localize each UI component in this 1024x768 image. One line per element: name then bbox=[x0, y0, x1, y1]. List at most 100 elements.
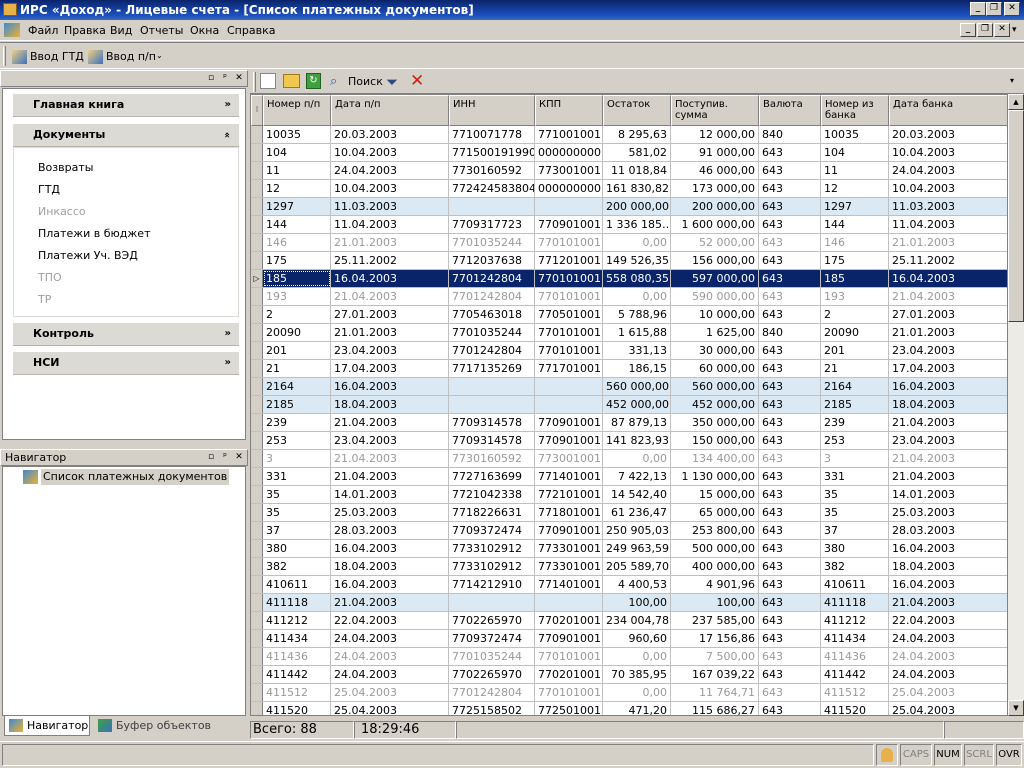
cell-date[interactable]: 21.01.2003 bbox=[331, 324, 449, 341]
toolbar-grip[interactable] bbox=[3, 46, 6, 66]
cell-balance[interactable]: 70 385,95 bbox=[603, 666, 671, 683]
row-indicator[interactable] bbox=[251, 126, 263, 143]
table-row[interactable]: 35 25.03.2003 7718226631 771801001 61 236,47… bbox=[251, 504, 1007, 522]
cell-received[interactable]: 173 000,00 bbox=[671, 180, 759, 197]
cell-received[interactable]: 156 000,00 bbox=[671, 252, 759, 269]
cell-number[interactable]: 144 bbox=[263, 216, 331, 233]
cell-date[interactable]: 24.04.2003 bbox=[331, 648, 449, 665]
cell-received[interactable]: 452 000,00 bbox=[671, 396, 759, 413]
cell-date[interactable]: 24.04.2003 bbox=[331, 162, 449, 179]
cell-number[interactable]: 411436 bbox=[263, 648, 331, 665]
cell-received[interactable]: 560 000,00 bbox=[671, 378, 759, 395]
cell-date[interactable]: 21.01.2003 bbox=[331, 234, 449, 251]
toolbar-grip[interactable] bbox=[253, 72, 256, 92]
cell-bank-number[interactable]: 411436 bbox=[821, 648, 889, 665]
row-indicator[interactable] bbox=[251, 432, 263, 449]
cell-bank-number[interactable]: 146 bbox=[821, 234, 889, 251]
cell-currency[interactable]: 643 bbox=[759, 450, 821, 467]
cell-kpp[interactable]: 770901001 bbox=[535, 216, 603, 233]
table-row[interactable]: 2164 16.04.2003 560 000,00 560 000,00 643 216… bbox=[251, 378, 1007, 396]
cell-bank-date[interactable]: 10.04.2003 bbox=[889, 180, 1007, 197]
cell-balance[interactable]: 5 788,96 bbox=[603, 306, 671, 323]
cell-date[interactable]: 22.04.2003 bbox=[331, 612, 449, 629]
cell-received[interactable]: 60 000,00 bbox=[671, 360, 759, 377]
row-indicator[interactable] bbox=[251, 630, 263, 647]
cell-balance[interactable]: 11 018,84 bbox=[603, 162, 671, 179]
cell-number[interactable]: 331 bbox=[263, 468, 331, 485]
cell-balance[interactable]: 0,00 bbox=[603, 684, 671, 701]
cell-bank-date[interactable]: 18.04.2003 bbox=[889, 558, 1007, 575]
col-header-number[interactable]: Номер п/п bbox=[263, 95, 331, 126]
cell-received[interactable]: 500 000,00 bbox=[671, 540, 759, 557]
row-indicator[interactable] bbox=[251, 486, 263, 503]
cell-bank-number[interactable]: 11 bbox=[821, 162, 889, 179]
cell-date[interactable]: 16.04.2003 bbox=[331, 378, 449, 395]
menu-reports[interactable]: Отчеты bbox=[140, 23, 183, 38]
cell-received[interactable]: 15 000,00 bbox=[671, 486, 759, 503]
cell-inn[interactable]: 7701035244 bbox=[449, 648, 535, 665]
row-indicator[interactable] bbox=[251, 648, 263, 665]
cell-received[interactable]: 590 000,00 bbox=[671, 288, 759, 305]
row-indicator[interactable] bbox=[251, 378, 263, 395]
cell-date[interactable]: 18.04.2003 bbox=[331, 396, 449, 413]
cell-balance[interactable]: 14 542,40 bbox=[603, 486, 671, 503]
cell-balance[interactable]: 1 336 185… bbox=[603, 216, 671, 233]
cell-date[interactable]: 11.03.2003 bbox=[331, 198, 449, 215]
cell-bank-date[interactable]: 25.04.2003 bbox=[889, 684, 1007, 701]
cell-balance[interactable]: 141 823,93 bbox=[603, 432, 671, 449]
cell-bank-number[interactable]: 104 bbox=[821, 144, 889, 161]
cell-received[interactable]: 253 800,00 bbox=[671, 522, 759, 539]
cell-kpp[interactable]: 770101001 bbox=[535, 342, 603, 359]
cell-number[interactable]: 411118 bbox=[263, 594, 331, 611]
close-icon[interactable]: ✕ bbox=[233, 451, 245, 463]
cell-kpp[interactable]: 771701001 bbox=[535, 360, 603, 377]
row-indicator[interactable] bbox=[251, 666, 263, 683]
cell-received[interactable]: 1 625,00 bbox=[671, 324, 759, 341]
cell-bank-date[interactable]: 11.04.2003 bbox=[889, 216, 1007, 233]
vertical-scrollbar[interactable]: ▲ ▼ bbox=[1008, 94, 1024, 716]
cell-kpp[interactable]: 770101001 bbox=[535, 288, 603, 305]
cell-currency[interactable]: 643 bbox=[759, 198, 821, 215]
cell-currency[interactable]: 643 bbox=[759, 558, 821, 575]
group-documents[interactable]: Документы » bbox=[13, 123, 239, 147]
cell-bank-number[interactable]: 185 bbox=[821, 270, 889, 287]
cell-bank-date[interactable]: 21.01.2003 bbox=[889, 234, 1007, 251]
cell-bank-date[interactable]: 10.04.2003 bbox=[889, 144, 1007, 161]
cell-received[interactable]: 597 000,00 bbox=[671, 270, 759, 287]
cell-number[interactable]: 411212 bbox=[263, 612, 331, 629]
cell-number[interactable]: 201 bbox=[263, 342, 331, 359]
cell-balance[interactable]: 558 080,35 bbox=[603, 270, 671, 287]
cell-received[interactable]: 11 764,71 bbox=[671, 684, 759, 701]
mdi-minimize-button[interactable]: _ bbox=[960, 23, 976, 37]
cell-bank-date[interactable]: 24.04.2003 bbox=[889, 630, 1007, 647]
cell-date[interactable]: 24.04.2003 bbox=[331, 630, 449, 647]
cell-inn[interactable]: 7702265970 bbox=[449, 612, 535, 629]
cell-inn[interactable] bbox=[449, 198, 535, 215]
cell-bank-date[interactable]: 25.04.2003 bbox=[889, 702, 1007, 715]
cell-bank-date[interactable]: 16.04.2003 bbox=[889, 378, 1007, 395]
cell-kpp[interactable]: 772101001 bbox=[535, 486, 603, 503]
table-row[interactable]: 175 25.11.2002 7712037638 771201001 149 526,… bbox=[251, 252, 1007, 270]
cell-received[interactable]: 1 130 000,00 bbox=[671, 468, 759, 485]
cell-bank-date[interactable]: 24.04.2003 bbox=[889, 648, 1007, 665]
cell-date[interactable]: 21.04.2003 bbox=[331, 468, 449, 485]
cell-currency[interactable]: 643 bbox=[759, 360, 821, 377]
toolbar-overflow-icon[interactable]: ⌄ bbox=[156, 51, 163, 60]
cell-kpp[interactable]: 770101001 bbox=[535, 684, 603, 701]
row-indicator[interactable] bbox=[251, 468, 263, 485]
cell-received[interactable]: 115 686,27 bbox=[671, 702, 759, 715]
cell-balance[interactable]: 249 963,59 bbox=[603, 540, 671, 557]
cell-bank-date[interactable]: 22.04.2003 bbox=[889, 612, 1007, 629]
cell-balance[interactable]: 0,00 bbox=[603, 288, 671, 305]
cell-currency[interactable]: 643 bbox=[759, 684, 821, 701]
cell-received[interactable]: 150 000,00 bbox=[671, 432, 759, 449]
table-row[interactable]: 411512 25.04.2003 7701242804 770101001 0,00 1… bbox=[251, 684, 1007, 702]
mdi-close-button[interactable]: ✕ bbox=[994, 23, 1010, 37]
cell-date[interactable]: 25.03.2003 bbox=[331, 504, 449, 521]
cell-inn[interactable]: 771500191990 bbox=[449, 144, 535, 161]
new-document-icon[interactable] bbox=[260, 73, 276, 89]
cell-bank-date[interactable]: 21.04.2003 bbox=[889, 468, 1007, 485]
cell-date[interactable]: 21.04.2003 bbox=[331, 450, 449, 467]
table-row[interactable]: 2 27.01.2003 7705463018 770501001 5 788,96 10… bbox=[251, 306, 1007, 324]
cell-date[interactable]: 14.01.2003 bbox=[331, 486, 449, 503]
